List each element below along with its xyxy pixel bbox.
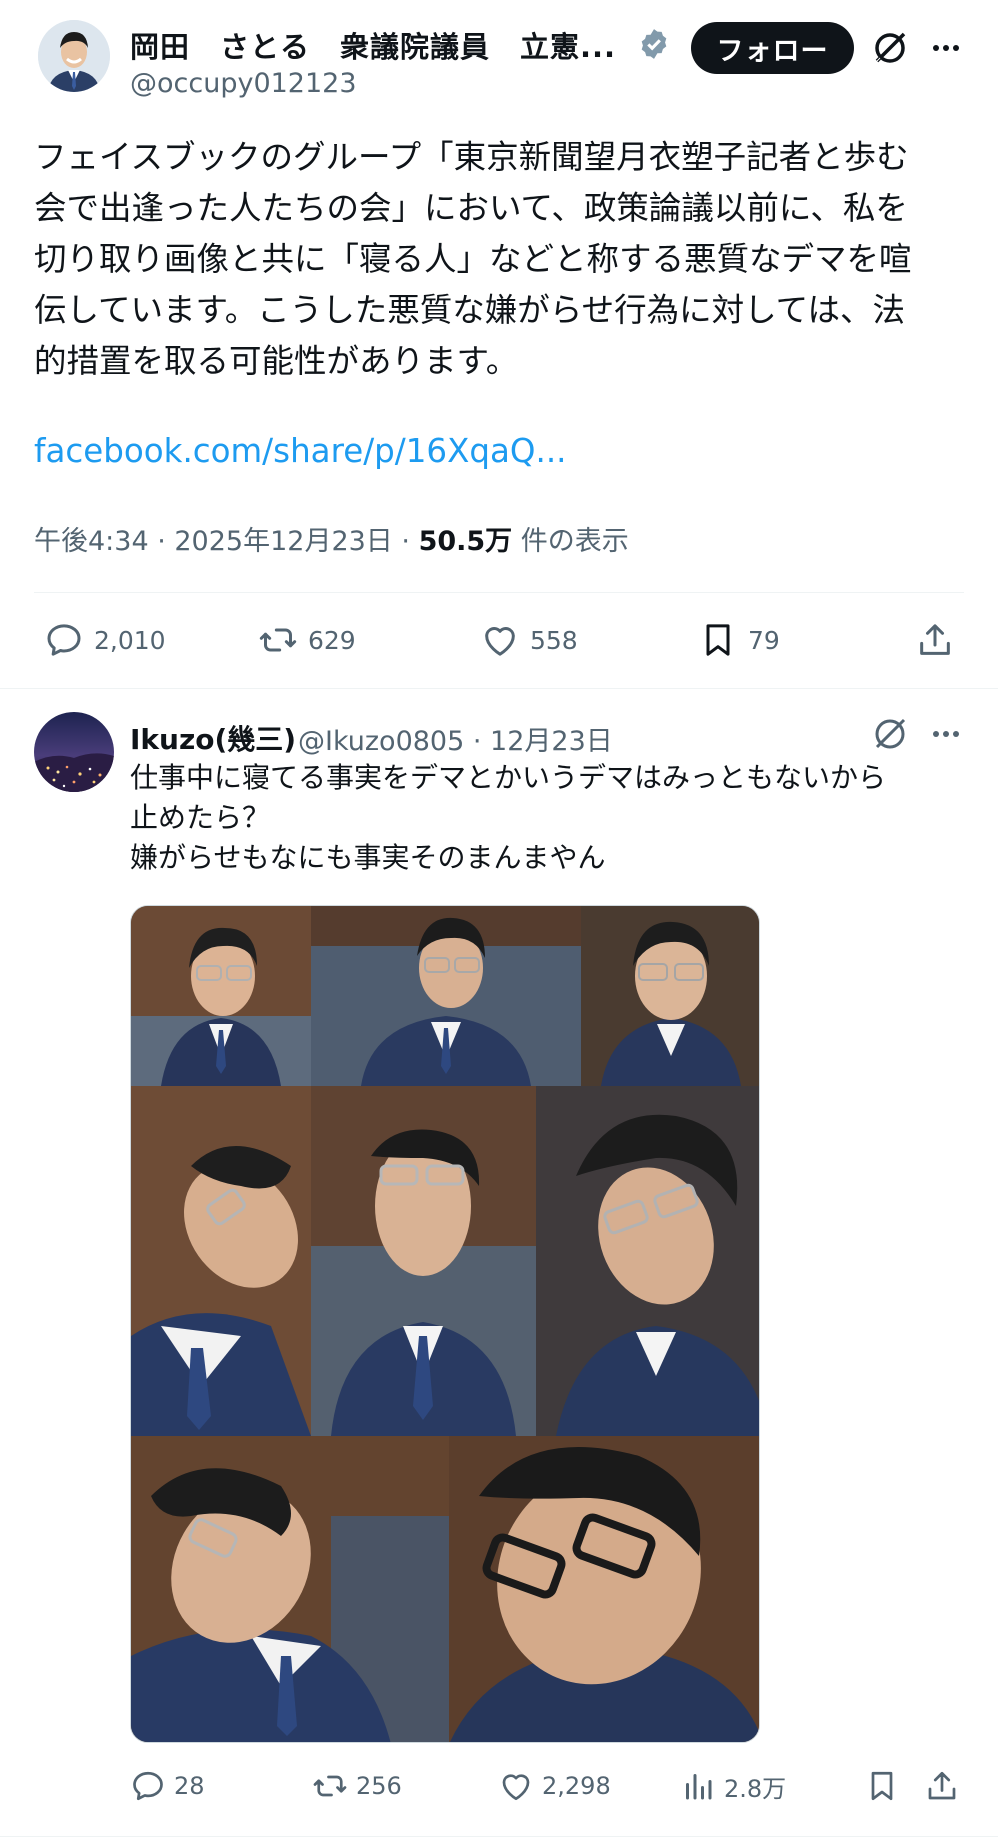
- tweet-actions: 2,010 629 558 79: [0, 620, 998, 668]
- bookmark-count: 79: [748, 625, 780, 655]
- photo-panel: [311, 1086, 536, 1436]
- share-icon: [928, 1771, 956, 1800]
- like-count: 558: [530, 625, 578, 655]
- reply-button[interactable]: 28: [130, 1768, 205, 1804]
- photo-panel: [536, 1086, 759, 1436]
- author-handle[interactable]: @occupy012123: [130, 68, 357, 99]
- views-button[interactable]: 2.8万: [680, 1768, 786, 1804]
- more-icon[interactable]: [926, 28, 966, 68]
- views-count: 50.5万: [418, 526, 513, 557]
- share-icon: [920, 624, 950, 655]
- reply-body: 仕事中に寝てる事実をデマとかいうデマはみっともないから 止めたら？ 嫌がらせもな…: [130, 758, 970, 878]
- author-name[interactable]: 岡田 さとる 衆議院議員 立憲...: [130, 24, 616, 66]
- more-icon[interactable]: [926, 714, 966, 754]
- bookmark-button[interactable]: [864, 1768, 900, 1804]
- tweet-body-line: 切り取り画像と共に「寝る人」などと称する悪質なデマを喧: [34, 240, 912, 278]
- bookmark-icon: [871, 1771, 893, 1801]
- photo-panel: [131, 906, 311, 1086]
- retweet-icon: [259, 628, 297, 652]
- reply-body-line: 仕事中に寝てる事実をデマとかいうデマはみっともないから: [130, 761, 887, 794]
- verified-badge-icon: [641, 29, 667, 59]
- reply-count: 2,010: [94, 625, 166, 655]
- tweet-media-image[interactable]: [130, 905, 760, 1743]
- photo-panel: [131, 1086, 311, 1436]
- bookmark-icon: [706, 624, 730, 656]
- like-count: 2,298: [542, 1772, 611, 1800]
- reply-handle-date[interactable]: @Ikuzo0805 · 12月23日: [298, 719, 613, 758]
- like-button[interactable]: 558: [480, 620, 578, 660]
- photo-panel: [311, 906, 581, 1086]
- retweet-count: 629: [308, 625, 356, 655]
- reply-body-line: 止めたら？: [130, 801, 271, 834]
- retweet-button[interactable]: 256: [312, 1768, 402, 1804]
- heart-icon: [485, 627, 515, 656]
- retweet-icon: [313, 1775, 347, 1797]
- share-button[interactable]: [915, 620, 955, 660]
- divider: [0, 688, 998, 689]
- author-avatar[interactable]: [38, 20, 110, 92]
- divider: [34, 592, 964, 593]
- reply-button[interactable]: 2,010: [44, 620, 166, 660]
- divider: [0, 1836, 998, 1837]
- like-button[interactable]: 2,298: [498, 1768, 611, 1804]
- retweet-button[interactable]: 629: [258, 620, 356, 660]
- grok-icon[interactable]: [870, 714, 910, 754]
- reply-icon: [133, 1771, 163, 1801]
- photo-panel: [131, 1436, 449, 1742]
- reply-avatar[interactable]: [34, 712, 114, 792]
- reply-count: 28: [174, 1772, 205, 1800]
- photo-panel: [449, 1436, 759, 1742]
- reply-author-name[interactable]: Ikuzo(幾三): [130, 718, 296, 758]
- facebook-link[interactable]: facebook.com/share/p/16XqaQ...: [34, 432, 567, 470]
- grok-icon[interactable]: [870, 28, 910, 68]
- reply-body-line: 嫌がらせもなにも事実そのまんまやん: [130, 841, 606, 874]
- heart-icon: [502, 1774, 530, 1801]
- views-label: 件の表示: [512, 526, 629, 557]
- retweet-count: 256: [356, 1772, 402, 1800]
- photo-panel: [581, 906, 759, 1086]
- tweet-body: フェイスブックのグループ「東京新聞望月衣塑子記者と歩む 会で出逢った人たちの会」…: [34, 132, 974, 387]
- share-button[interactable]: [924, 1768, 960, 1804]
- tweet-meta: 午後4:34 · 2025年12月23日 · 50.5万 件の表示: [34, 519, 629, 558]
- bookmark-button[interactable]: 79: [698, 620, 780, 660]
- tweet-body-line: フェイスブックのグループ「東京新聞望月衣塑子記者と歩む: [34, 138, 909, 176]
- reply-actions: 28 256 2,298 2.8万: [0, 1768, 998, 1812]
- tweet-timestamp[interactable]: 午後4:34 · 2025年12月23日 ·: [34, 526, 419, 557]
- views-count: 2.8万: [724, 1774, 787, 1803]
- tweet-body-line: 的措置を取る可能性があります。: [34, 342, 519, 380]
- follow-button[interactable]: フォロー: [691, 22, 854, 74]
- reply-icon: [47, 624, 81, 656]
- tweet-body-line: 会で出逢った人たちの会」において、政策論議以前に、私を: [34, 189, 908, 227]
- views-icon: [686, 1774, 712, 1800]
- tweet-body-line: 伝しています。こうした悪質な嫌がらせ行為に対しては、法: [34, 291, 906, 329]
